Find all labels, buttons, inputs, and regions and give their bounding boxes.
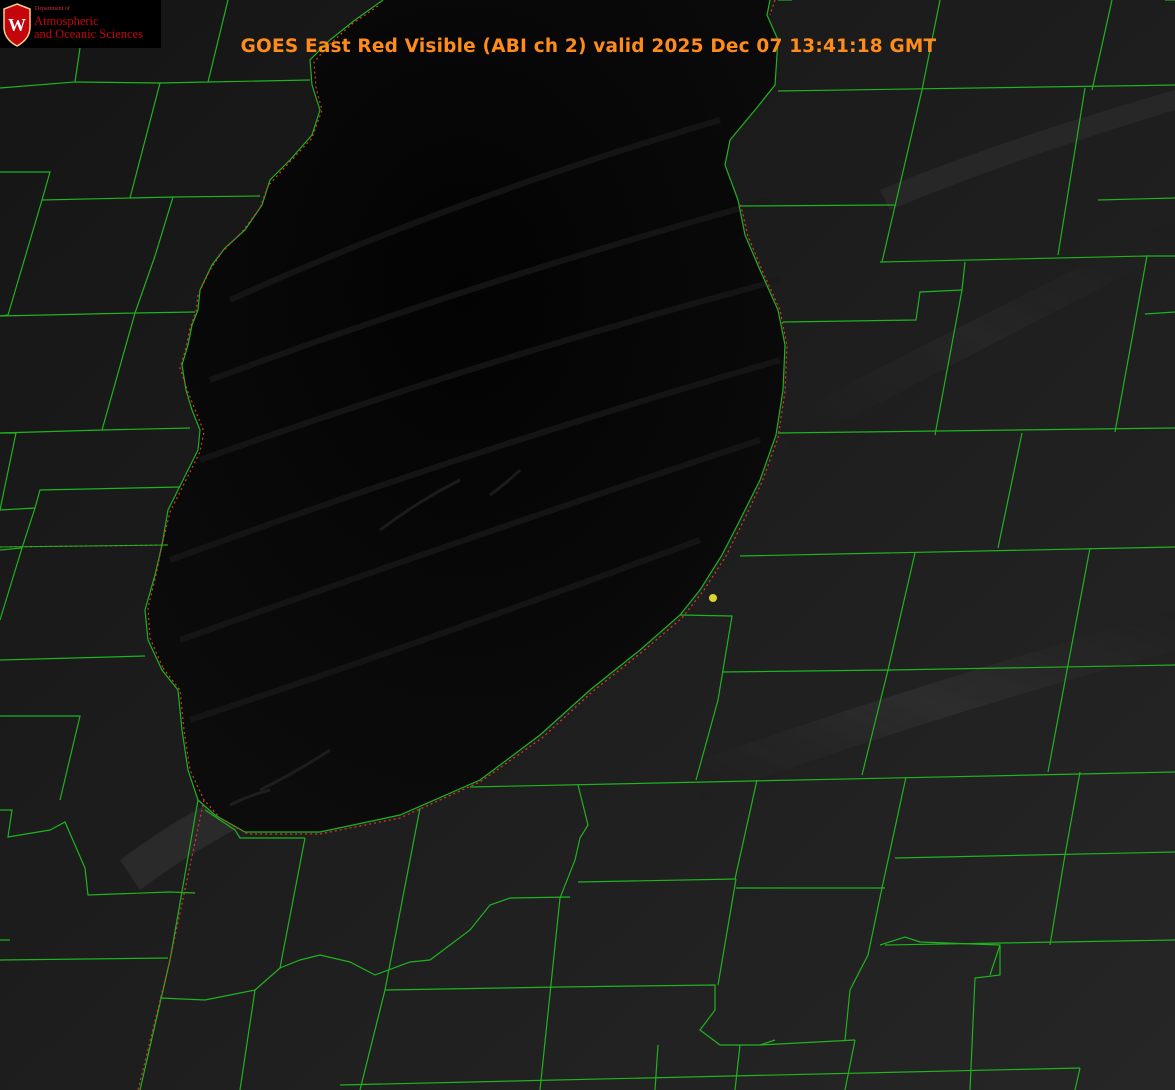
- image-title: GOES East Red Visible (ABI ch 2) valid 2…: [0, 36, 1175, 57]
- image-title-text: GOES East Red Visible (ABI ch 2) valid 2…: [240, 36, 937, 57]
- satellite-image-viewer: W Department of Atmospheric and Oceanic …: [0, 0, 1175, 1090]
- station-marker: [709, 594, 717, 602]
- satellite-map: [0, 0, 1175, 1090]
- svg-text:W: W: [8, 15, 26, 35]
- logo-department-text: Department of: [35, 6, 70, 12]
